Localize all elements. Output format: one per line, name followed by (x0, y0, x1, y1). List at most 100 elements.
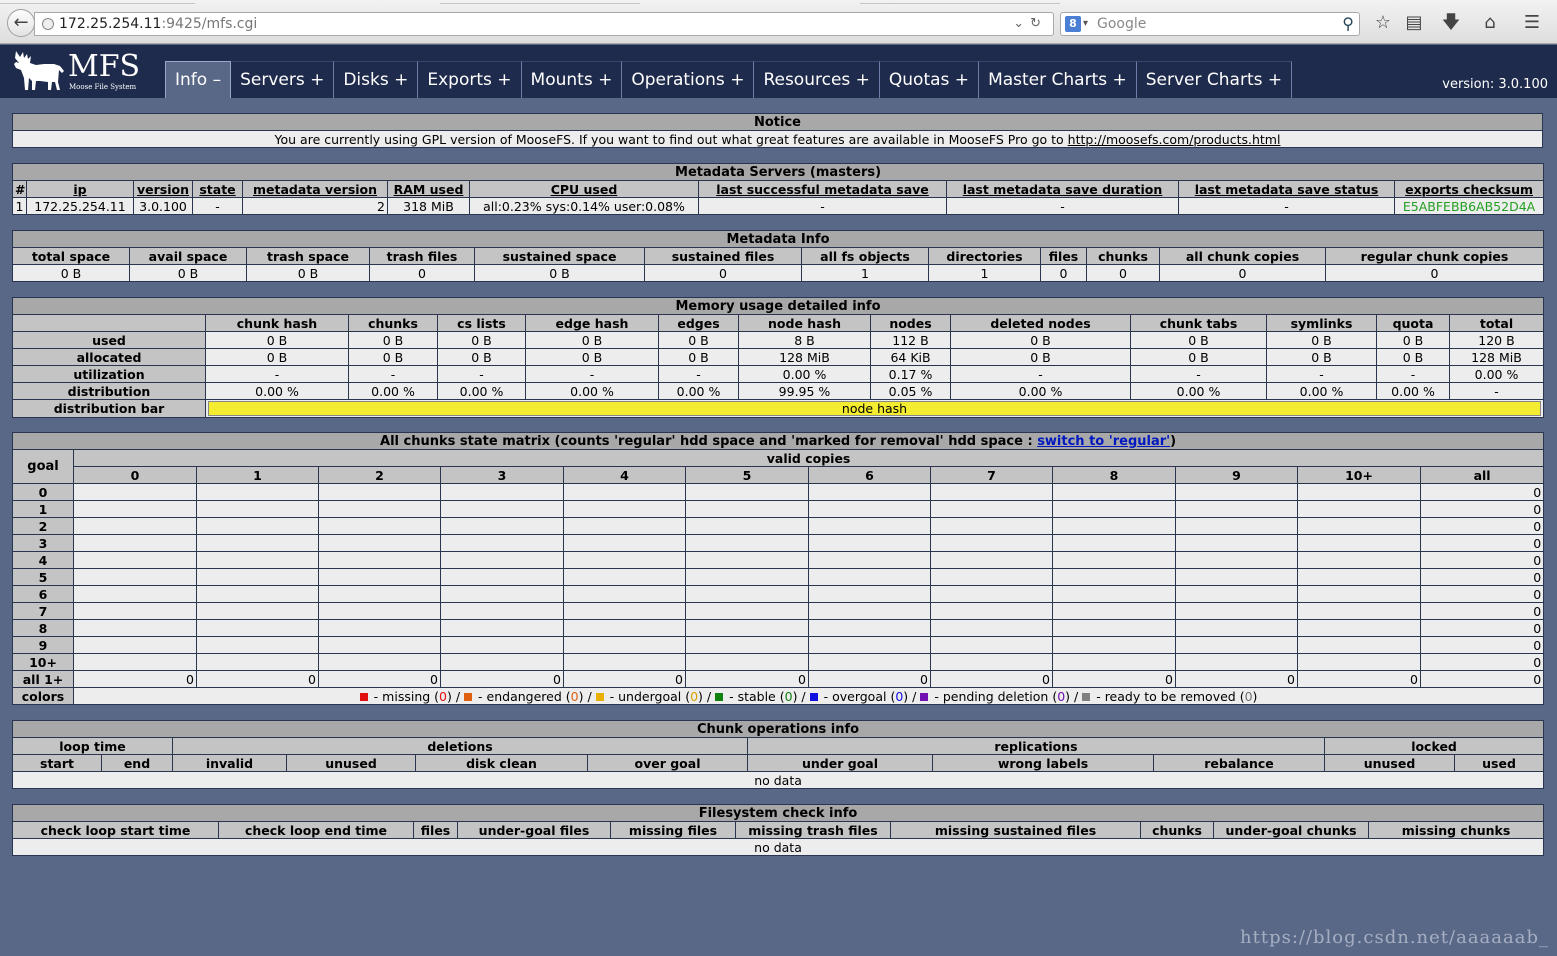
download-icon[interactable]: 🡇 (1440, 12, 1462, 34)
cell (930, 534, 1053, 552)
cell (808, 653, 931, 671)
goal-label: 0 (12, 483, 74, 501)
nav-exports[interactable]: Exports + (418, 61, 522, 98)
cell (1052, 551, 1176, 569)
group-locked: locked (1323, 737, 1545, 755)
col-header-metadata-version[interactable]: metadata version (242, 180, 388, 198)
cell (73, 602, 197, 620)
cell: - (1376, 365, 1450, 383)
legend-item: - stable (0) / (715, 689, 810, 704)
chevron-down-icon[interactable]: ▾ (1083, 13, 1088, 35)
cell (1297, 483, 1421, 501)
row-label: used (12, 331, 206, 349)
table-row: 30 (12, 534, 1545, 552)
cell: 0 B (129, 264, 247, 282)
nav-disks[interactable]: Disks + (334, 61, 419, 98)
nav-master-charts[interactable]: Master Charts + (979, 61, 1137, 98)
nav-servers[interactable]: Servers + (231, 61, 335, 98)
col-header: directories (928, 247, 1041, 265)
cell (318, 636, 441, 654)
cell: 0 B (525, 331, 659, 349)
cell (1175, 517, 1298, 535)
col-header-ip[interactable]: ip (26, 180, 134, 198)
col-header: files (1040, 247, 1087, 265)
cell (1175, 636, 1298, 654)
legend-label: overgoal (832, 688, 887, 704)
home-icon[interactable]: ⌂ (1479, 12, 1501, 34)
nav-quotas[interactable]: Quotas + (879, 61, 980, 98)
col-header: chunk tabs (1130, 314, 1267, 332)
bookmark-star-icon[interactable]: ☆ (1372, 12, 1394, 34)
cell (808, 585, 931, 603)
back-icon[interactable]: ← (7, 9, 35, 37)
cell (1175, 653, 1298, 671)
notice-title: Notice (12, 113, 1543, 131)
col-header: 1 (196, 466, 319, 484)
nav-operations[interactable]: Operations + (622, 61, 755, 98)
cell: 3.0.100 (133, 197, 193, 215)
reload-icon[interactable]: ⌄↻ (1013, 13, 1047, 35)
menu-icon[interactable]: ☰ (1521, 12, 1543, 34)
cell (196, 602, 319, 620)
search-input[interactable]: 8 ▾ Google ⚲ (1060, 12, 1360, 36)
cell (318, 551, 441, 569)
col-header: total space (12, 247, 130, 265)
main-nav: Info – Servers + Disks + Exports + Mount… (165, 61, 1293, 98)
cell (808, 602, 931, 620)
legend-item: - ready to be removed (0) (1082, 689, 1257, 704)
moosefs-pro-link[interactable]: http://moosefs.com/products.html (1068, 132, 1281, 147)
cell: 0 B (658, 331, 739, 349)
legend-item: - missing (0) / (359, 688, 464, 704)
cell (563, 551, 686, 569)
col-header-version[interactable]: version (133, 180, 193, 198)
table-row: distribution 0.00 % 0.00 % 0.00 % 0.00 % 0.00… (12, 382, 1544, 400)
mfs-logo[interactable]: MFS Moose File System (12, 47, 152, 95)
no-data: no data (11, 838, 1545, 856)
nav-resources[interactable]: Resources + (754, 61, 880, 98)
col-header: under-goal files (457, 821, 611, 839)
cell (73, 568, 197, 586)
cell (318, 653, 441, 671)
col-header: 4 (563, 466, 686, 484)
col-header-exports-checksum[interactable]: exports checksum (1393, 180, 1545, 198)
legend-count: 0 (1244, 688, 1253, 704)
col-header-last-save[interactable]: last successful metadata save (698, 180, 947, 198)
tab-strip-edge (440, 0, 640, 4)
col-header: check loop end time (218, 821, 414, 839)
search-icon[interactable]: ⚲ (1342, 13, 1354, 35)
cell: 0 (1419, 585, 1545, 603)
col-header-save-duration[interactable]: last metadata save duration (946, 180, 1179, 198)
google-icon[interactable]: 8 (1065, 16, 1081, 32)
reading-list-icon[interactable]: ▤ (1403, 12, 1425, 34)
cell: 0.00 % (1376, 382, 1450, 400)
col-header-ram-used[interactable]: RAM used (387, 180, 470, 198)
table-row: 20 (12, 517, 1545, 535)
nav-server-charts[interactable]: Server Charts + (1136, 61, 1293, 98)
table-row: 70 (12, 602, 1545, 620)
memory-usage-table: Memory usage detailed info chunk hash ch… (12, 297, 1544, 418)
row-label: allocated (12, 348, 206, 366)
col-header-state[interactable]: state (192, 180, 243, 198)
cell (73, 551, 197, 569)
switch-regular-link[interactable]: switch to 'regular' (1037, 434, 1170, 449)
cell (563, 653, 686, 671)
url-bar[interactable]: 172.25.254.11:9425/mfs.cgi ⌄↻ (34, 12, 1054, 36)
col-header: invalid (172, 754, 287, 772)
cell: 0 B (950, 331, 1131, 349)
cell (1297, 500, 1421, 518)
cell: - (205, 365, 349, 383)
legend-count: 0 (439, 688, 447, 704)
cell (1052, 500, 1176, 518)
col-header-cpu-used[interactable]: CPU used (469, 180, 699, 198)
table-row: 60 (12, 585, 1545, 603)
cell: 0 (563, 670, 686, 688)
nav-info[interactable]: Info – (165, 61, 232, 98)
cell: 0 (1419, 534, 1545, 552)
legend-label: pending deletion (942, 688, 1049, 704)
table-row: allocated 0 B0 B0 B0 B0 B 128 MiB 64 KiB 0 B… (12, 348, 1544, 366)
cell: 0 B (1266, 331, 1377, 349)
col-header-save-status[interactable]: last metadata save status (1178, 180, 1395, 198)
cell (440, 500, 564, 518)
col-header: start (12, 754, 102, 772)
nav-mounts[interactable]: Mounts + (521, 61, 623, 98)
